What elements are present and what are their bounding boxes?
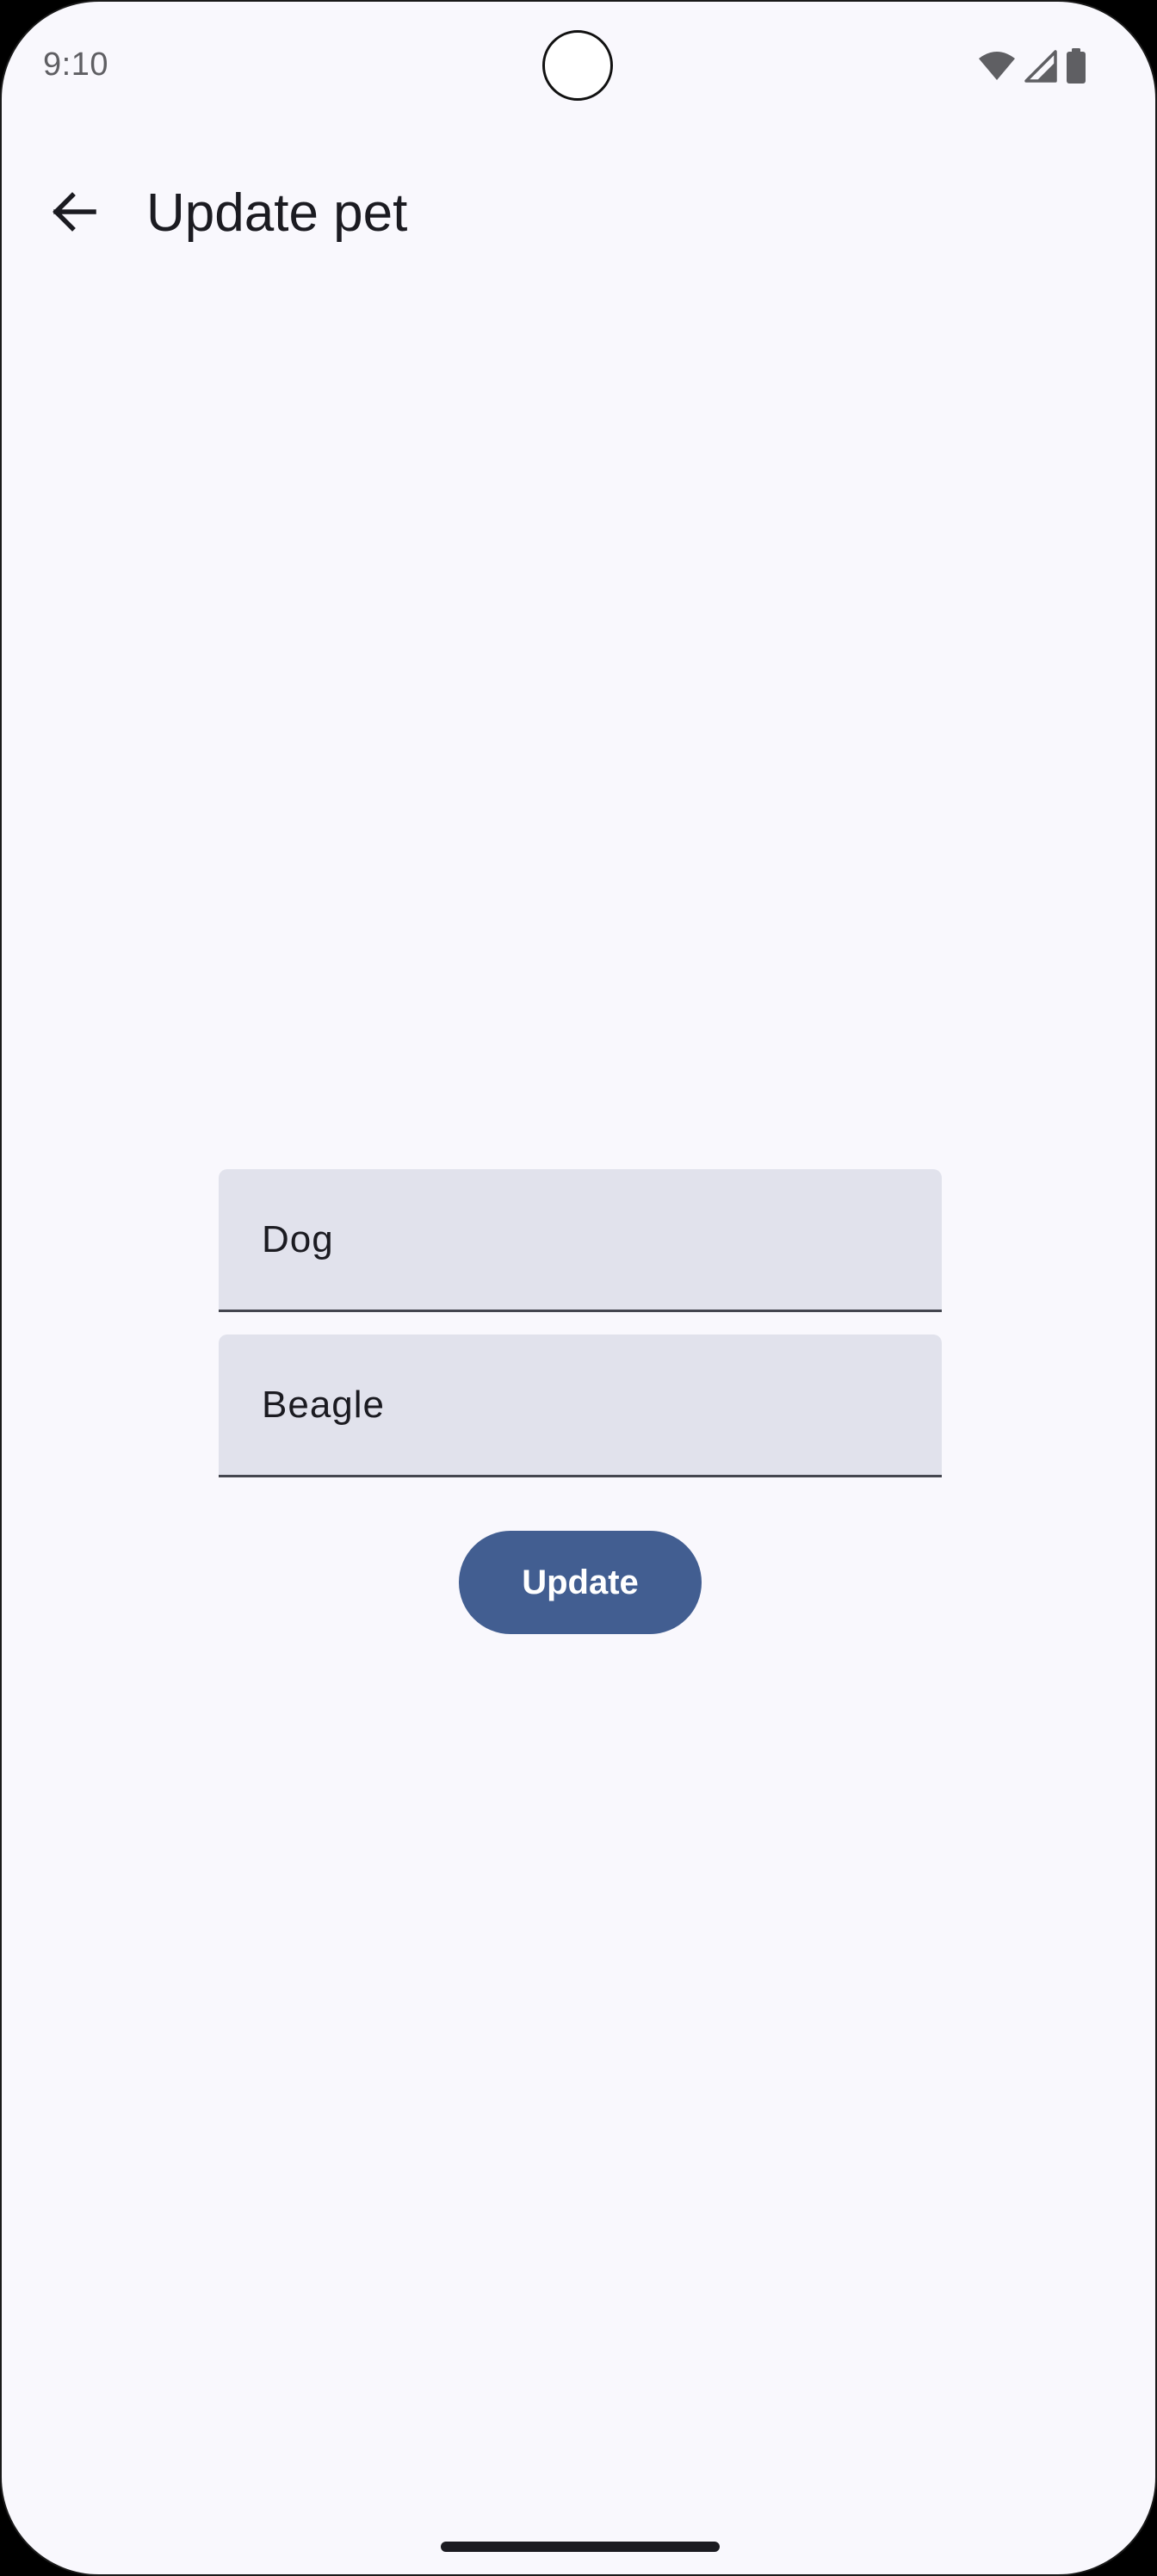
- wifi-icon: [978, 51, 1016, 82]
- pet-type-field[interactable]: [219, 1169, 942, 1312]
- pet-type-input[interactable]: [262, 1169, 916, 1310]
- pet-breed-field[interactable]: [219, 1334, 942, 1477]
- status-icons: [978, 48, 1086, 84]
- status-time: 9:10: [43, 46, 108, 83]
- battery-icon: [1066, 48, 1086, 84]
- back-button[interactable]: [33, 172, 115, 255]
- update-button[interactable]: Update: [459, 1531, 702, 1634]
- cellular-signal-icon: [1024, 50, 1057, 83]
- phone-screen: 9:10 Update pet Dog Beagle Update: [0, 0, 1157, 2576]
- arrow-back-icon: [50, 188, 98, 240]
- pet-breed-input[interactable]: [262, 1334, 916, 1475]
- page-title: Update pet: [146, 183, 408, 243]
- home-indicator[interactable]: [441, 2542, 720, 2552]
- front-camera-cutout: [542, 30, 613, 101]
